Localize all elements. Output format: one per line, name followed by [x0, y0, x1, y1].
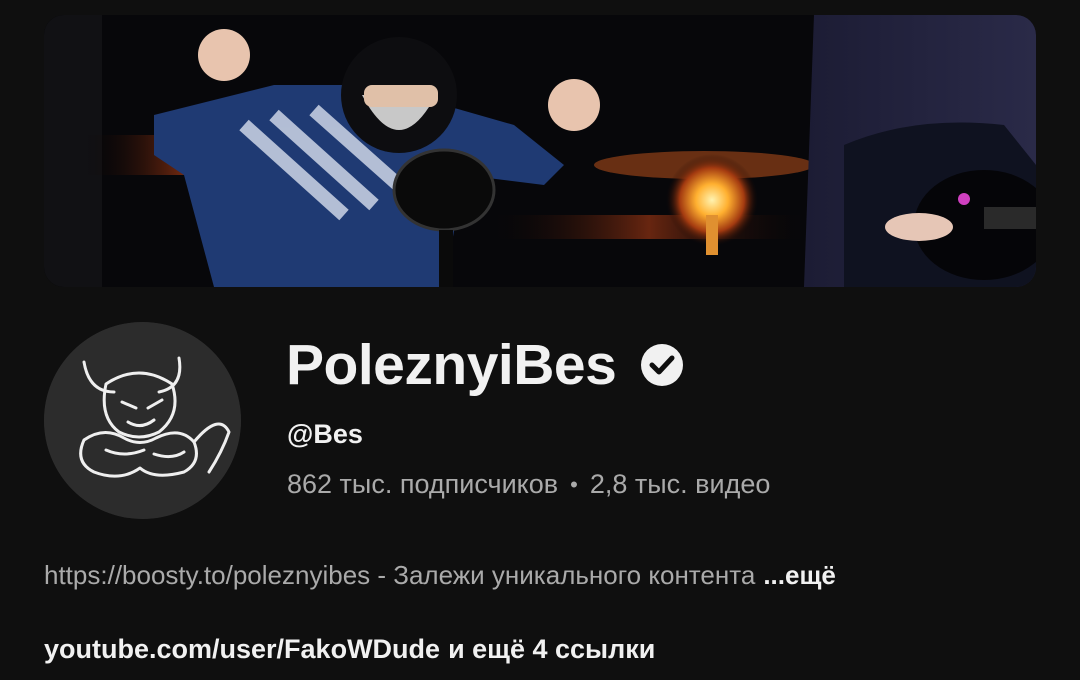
channel-handle: @Bes [287, 419, 363, 449]
channel-banner [44, 15, 1036, 287]
subscriber-count: 862 тыс. подписчиков [287, 469, 559, 499]
description-text: https://boosty.to/poleznyibes - Залежи у… [44, 560, 756, 590]
channel-links-more[interactable]: и ещё 4 ссылки [448, 634, 655, 665]
channel-title-row: PoleznyiBes [286, 330, 686, 400]
channel-description[interactable]: https://boosty.to/poleznyibes - Залежи у… [44, 560, 836, 591]
channel-links[interactable]: youtube.com/user/FakoWDude и ещё 4 ссылк… [44, 634, 655, 665]
channel-avatar[interactable] [44, 322, 241, 519]
channel-name: PoleznyiBes [286, 332, 617, 397]
video-count: 2,8 тыс. видео [589, 469, 771, 499]
description-more-button[interactable]: ...ещё [763, 560, 836, 591]
verified-check-icon [641, 344, 684, 386]
channel-link-primary[interactable]: youtube.com/user/FakoWDude [44, 634, 440, 665]
channel-stats: 862 тыс. подписчиков • 2,8 тыс. видео [287, 469, 770, 500]
stats-separator: • [570, 471, 578, 497]
